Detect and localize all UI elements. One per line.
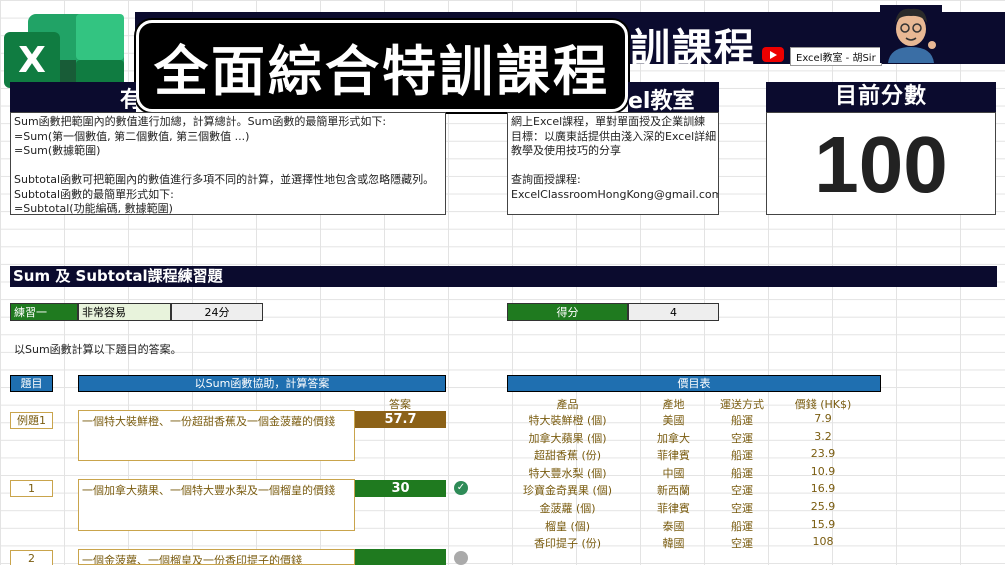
- question-number-2[interactable]: 2: [10, 550, 53, 565]
- price-cell-shipping[interactable]: 船運: [719, 465, 765, 481]
- answer-cell-1[interactable]: 30: [355, 480, 446, 497]
- banner-title: 訓課程: [630, 26, 756, 72]
- price-cell-product[interactable]: 加拿大蘋果 (個): [507, 430, 628, 446]
- price-cell-product[interactable]: 超甜香蕉 (份): [507, 447, 628, 463]
- price-cell-product[interactable]: 珍寶金奇異果 (個): [507, 482, 628, 498]
- price-cell-origin[interactable]: 美國: [628, 412, 719, 428]
- price-cell-origin[interactable]: 新西蘭: [628, 482, 719, 498]
- question-text-2[interactable]: 一個金菠蘿、一個榴皇及一份香印提子的價錢: [78, 549, 355, 565]
- exercise-label: 練習一: [10, 303, 78, 321]
- price-header-product: 產品: [556, 398, 579, 411]
- pending-circle-icon: [454, 551, 468, 565]
- avatar: [880, 5, 942, 63]
- svg-text:X: X: [18, 40, 46, 81]
- points-label: 24分: [171, 303, 263, 321]
- price-cell-product[interactable]: 榴皇 (個): [507, 518, 628, 534]
- classroom-info: 網上Excel課程，單對單面授及企業訓練 目標：以廣東話提供由淺入深的Excel…: [507, 112, 719, 215]
- price-cell-price[interactable]: 3.2: [765, 430, 881, 443]
- price-header-origin: 產地: [662, 398, 685, 411]
- channel-label: Excel教室 - 胡Sir: [790, 47, 882, 66]
- price-cell-price[interactable]: 25.9: [765, 500, 881, 513]
- current-score: 100: [766, 112, 996, 215]
- youtube-icon: [762, 47, 784, 62]
- price-cell-shipping[interactable]: 空運: [719, 500, 765, 516]
- check-circle-icon: ✓: [454, 481, 468, 495]
- price-cell-price[interactable]: 16.9: [765, 482, 881, 495]
- price-cell-origin[interactable]: 韓國: [628, 535, 719, 551]
- price-cell-price[interactable]: 7.9: [765, 412, 881, 425]
- price-cell-shipping[interactable]: 船運: [719, 518, 765, 534]
- price-cell-origin[interactable]: 菲律賓: [628, 500, 719, 516]
- price-cell-price[interactable]: 15.9: [765, 518, 881, 531]
- price-cell-origin[interactable]: 加拿大: [628, 430, 719, 446]
- score-label: 得分: [507, 303, 628, 321]
- practice-title: Sum 及 Subtotal課程練習題: [10, 266, 997, 287]
- price-cell-shipping[interactable]: 空運: [719, 535, 765, 551]
- instruction-text: 以Sum函數計算以下題目的答案。: [14, 343, 182, 356]
- price-cell-shipping[interactable]: 船運: [719, 447, 765, 463]
- price-cell-price[interactable]: 10.9: [765, 465, 881, 478]
- question-text-1[interactable]: 一個加拿大蘋果、一個特大豐水梨及一個榴皇的價錢: [78, 479, 355, 531]
- price-cell-shipping[interactable]: 空運: [719, 430, 765, 446]
- price-cell-product[interactable]: 香印提子 (份): [507, 535, 628, 551]
- score-value: 4: [628, 303, 719, 321]
- price-cell-origin[interactable]: 中國: [628, 465, 719, 481]
- question-number-example[interactable]: 例題1: [10, 412, 53, 429]
- price-cell-price[interactable]: 108: [765, 535, 881, 548]
- price-cell-shipping[interactable]: 船運: [719, 412, 765, 428]
- function-description: Sum函數把範圍內的數值進行加總，計算總計。Sum函數的最簡單形式如下: =Su…: [10, 112, 446, 215]
- price-cell-product[interactable]: 金菠蘿 (個): [507, 500, 628, 516]
- question-text-example[interactable]: 一個特大裝鮮橙、一份超甜香蕉及一個金菠蘿的價錢: [78, 410, 355, 461]
- price-cell-origin[interactable]: 泰國: [628, 518, 719, 534]
- classroom-heading: el教室: [628, 82, 719, 112]
- question-number-header: 題目: [10, 375, 53, 392]
- course-title: 全面綜合特訓課程: [136, 20, 628, 112]
- about-heading: 有: [10, 82, 136, 112]
- price-cell-price[interactable]: 23.9: [765, 447, 881, 460]
- score-heading: 目前分數: [766, 82, 996, 112]
- answer-cell-2[interactable]: [355, 549, 446, 565]
- answer-cell-example[interactable]: 57.7: [355, 411, 446, 428]
- question-task-header: 以Sum函數協助，計算答案: [78, 375, 446, 392]
- price-cell-shipping[interactable]: 空運: [719, 482, 765, 498]
- price-cell-origin[interactable]: 菲律賓: [628, 447, 719, 463]
- price-table-title: 價目表: [507, 375, 881, 392]
- question-number-1[interactable]: 1: [10, 480, 53, 497]
- price-header-price: 價錢 (HK$): [794, 398, 852, 411]
- price-cell-product[interactable]: 特大裝鮮橙 (個): [507, 412, 628, 428]
- difficulty-label: 非常容易: [78, 303, 171, 321]
- answer-header: 答案: [389, 398, 411, 411]
- price-header-shipping: 運送方式: [720, 398, 764, 411]
- price-cell-product[interactable]: 特大豐水梨 (個): [507, 465, 628, 481]
